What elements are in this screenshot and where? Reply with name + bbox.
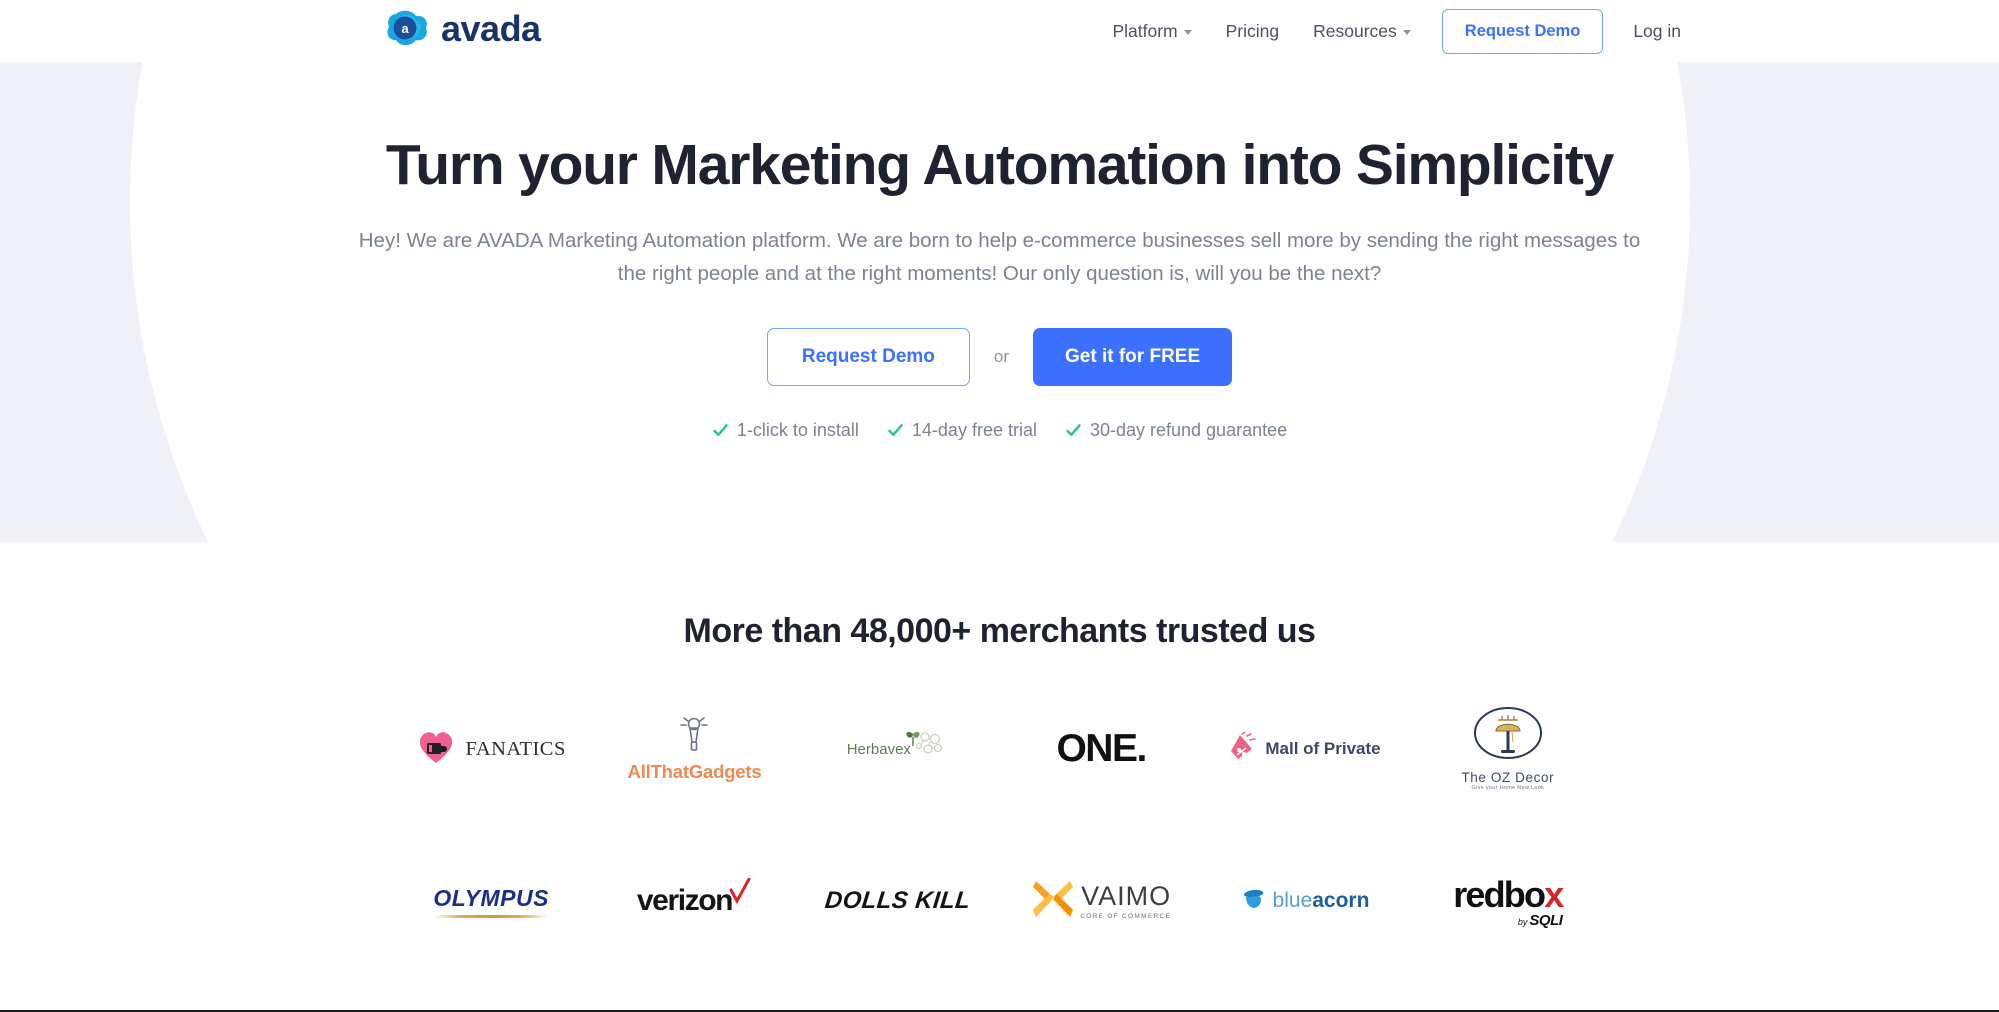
hero-section: Turn your Marketing Automation into Simp…	[0, 62, 1999, 542]
nav-item-pricing[interactable]: Pricing	[1209, 21, 1297, 42]
nav-label-pricing: Pricing	[1225, 20, 1280, 41]
merchant-logo-olympus: OLYMPUS	[390, 855, 593, 947]
gadget-icon	[676, 716, 712, 759]
merchant-name-one: ONE.	[1056, 727, 1147, 770]
header-request-demo-button[interactable]: Request Demo	[1441, 8, 1604, 54]
merchant-logo-herbavex: Herbavex	[796, 703, 999, 795]
hero-cta-row: Request Demo or Get it for FREE	[0, 328, 1999, 387]
merchants-title: More than 48,000+ merchants trusted us	[683, 612, 1316, 650]
feature-item-trial: 14-day free trial	[887, 420, 1037, 441]
hero-feature-list: 1-click to install 14-day free trial 30-…	[0, 420, 1999, 441]
merchant-name-olympus: OLYMPUS	[433, 884, 549, 911]
brand-name: avada	[441, 8, 541, 49]
chevron-down-icon	[1183, 30, 1192, 35]
merchant-name-verizon: verizon	[636, 884, 734, 917]
merchant-name-redbox-part1: redbo	[1453, 873, 1546, 915]
merchant-name-redbox-part2: x	[1544, 873, 1564, 915]
brand-logo[interactable]: a avada	[386, 8, 541, 50]
feature-label-refund: 30-day refund guarantee	[1089, 420, 1288, 441]
main-navigation: Platform Pricing Resources Request Demo …	[1095, 0, 1681, 62]
feature-label-install: 1-click to install	[736, 420, 859, 441]
hero-subtitle: Hey! We are AVADA Marketing Automation p…	[358, 228, 1641, 286]
chevron-down-icon	[1402, 30, 1411, 35]
merchant-logo-vaimo: VAIMO CORE OF COMMERCE	[999, 855, 1202, 947]
merchant-logo-dollskill: DOLLS KILL	[796, 855, 999, 947]
merchant-tagline-vaimo: CORE OF COMMERCE	[1080, 912, 1172, 920]
hero-request-demo-button[interactable]: Request Demo	[766, 328, 970, 387]
red-check-icon	[728, 877, 752, 909]
nav-item-platform[interactable]: Platform	[1095, 21, 1208, 42]
merchant-logo-allthatgadgets: AllThatGadgets	[593, 703, 796, 795]
avada-cloud-logo-icon: a	[386, 8, 430, 50]
nav-label-resources: Resources	[1313, 20, 1397, 41]
merchant-name-mallofprivate: Mall of Private	[1265, 739, 1381, 758]
merchant-logo-blueacorn: blueacorn	[1203, 855, 1406, 947]
feature-item-install: 1-click to install	[712, 420, 859, 441]
merchant-logo-fanatics: FANATICS	[390, 703, 593, 795]
login-link[interactable]: Log in	[1617, 21, 1681, 42]
feature-label-trial: 14-day free trial	[911, 420, 1037, 441]
merchants-section: More than 48,000+ merchants trusted us F…	[0, 542, 1999, 1010]
merchant-name-fanatics: FANATICS	[465, 737, 566, 760]
check-icon	[1066, 424, 1081, 437]
lamp-oval-icon	[1468, 707, 1548, 768]
svg-text:a: a	[401, 21, 409, 36]
merchant-logo-ozdecor: The OZ Decor Give your Home New Look	[1406, 703, 1609, 795]
megaphone-percent-icon	[1228, 730, 1258, 767]
merchant-name-blueacorn-part2: acorn	[1312, 889, 1370, 912]
merchant-logo-verizon: verizon	[593, 855, 796, 947]
olympus-underline	[434, 914, 549, 918]
nav-item-resources[interactable]: Resources	[1296, 21, 1428, 42]
merchant-tagline-ozdecor: Give your Home New Look	[1471, 785, 1545, 791]
hero-get-it-free-button[interactable]: Get it for FREE	[1033, 328, 1233, 387]
heart-mug-icon	[416, 729, 456, 770]
merchant-name-allthatgadgets: AllThatGadgets	[627, 760, 762, 782]
redbox-by-brand: SQLI	[1529, 911, 1563, 929]
nav-label-platform: Platform	[1112, 20, 1178, 41]
merchant-name-dollskill: DOLLS KILL	[823, 887, 972, 914]
acorn-icon	[1240, 886, 1266, 917]
merchant-name-blueacorn-part1: blue	[1272, 889, 1313, 912]
merchant-name-vaimo: VAIMO	[1081, 880, 1172, 911]
merchant-logo-one: ONE.	[999, 703, 1202, 795]
merchant-logo-redbox: redbo x by SQLI	[1406, 855, 1609, 947]
redbox-by-label: by	[1517, 916, 1528, 927]
check-icon	[713, 424, 728, 437]
check-icon	[888, 424, 903, 437]
merchant-logo-mallofprivate: Mall of Private	[1203, 703, 1406, 795]
site-header: a avada Platform Pricing Resources Reque…	[0, 0, 1999, 62]
merchant-name-ozdecor: The OZ Decor	[1461, 770, 1555, 785]
hero-title: Turn your Marketing Automation into Simp…	[385, 133, 1615, 197]
cta-divider-label: or	[993, 347, 1010, 367]
merchant-logo-grid: FANATICS AllThatGadgets Herbavex ONE. Ma…	[390, 703, 1610, 947]
feature-item-refund: 30-day refund guarantee	[1065, 420, 1287, 441]
sprout-molecule-icon	[906, 730, 949, 769]
orange-x-icon	[1031, 877, 1075, 926]
